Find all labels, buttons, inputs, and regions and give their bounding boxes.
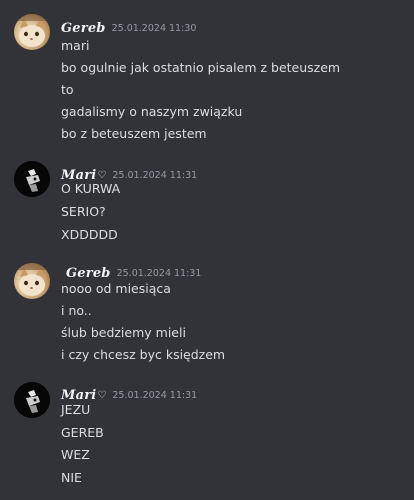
message-line: to	[61, 82, 74, 97]
message-header: Gereb 25.01.2024 11:31	[66, 262, 202, 281]
message-line: bo ogulnie jak ostatnio pisalem z beteus…	[61, 60, 341, 75]
dark-figure-avatar-icon[interactable]	[14, 161, 50, 197]
message-header: Mari♡ 25.01.2024 11:31	[61, 164, 198, 183]
message-line: JEZU	[61, 402, 91, 417]
message-line: SERIO?	[61, 204, 106, 219]
dark-figure-avatar-icon[interactable]	[14, 382, 50, 418]
message-line: i czy chcesz byc księdzem	[61, 347, 226, 362]
cat-avatar-icon[interactable]	[14, 263, 50, 299]
cat-avatar-icon[interactable]	[14, 14, 50, 50]
message-line: gadalismy o naszym związku	[61, 104, 243, 119]
username[interactable]: Gereb	[66, 266, 111, 281]
message-line: WEZ	[61, 447, 90, 462]
username[interactable]: Gereb	[61, 21, 106, 36]
message-header: Gereb 25.01.2024 11:30	[61, 17, 197, 36]
message-line: XDDDDD	[61, 227, 118, 242]
message-line: GEREB	[61, 425, 104, 440]
message-line: i no..	[61, 303, 92, 318]
chat-message-list: Gereb 25.01.2024 11:30 mari bo ogulnie ja…	[0, 0, 414, 500]
message-line: ślub bedziemy mieli	[61, 325, 186, 340]
username[interactable]: Mari	[61, 388, 96, 403]
timestamp: 25.01.2024 11:31	[116, 268, 202, 279]
heart-icon: ♡	[97, 390, 107, 401]
message-line: mari	[61, 38, 90, 53]
message-line: NIE	[61, 470, 82, 485]
message-line: bo z beteuszem jestem	[61, 126, 207, 141]
timestamp: 25.01.2024 11:31	[112, 170, 198, 181]
message-header: Mari♡ 25.01.2024 11:31	[61, 384, 198, 403]
message-line: O KURWA	[61, 181, 121, 196]
message-line: nooo od miesiąca	[61, 281, 171, 296]
heart-icon: ♡	[97, 170, 107, 181]
timestamp: 25.01.2024 11:30	[111, 23, 197, 34]
timestamp: 25.01.2024 11:31	[112, 390, 198, 401]
